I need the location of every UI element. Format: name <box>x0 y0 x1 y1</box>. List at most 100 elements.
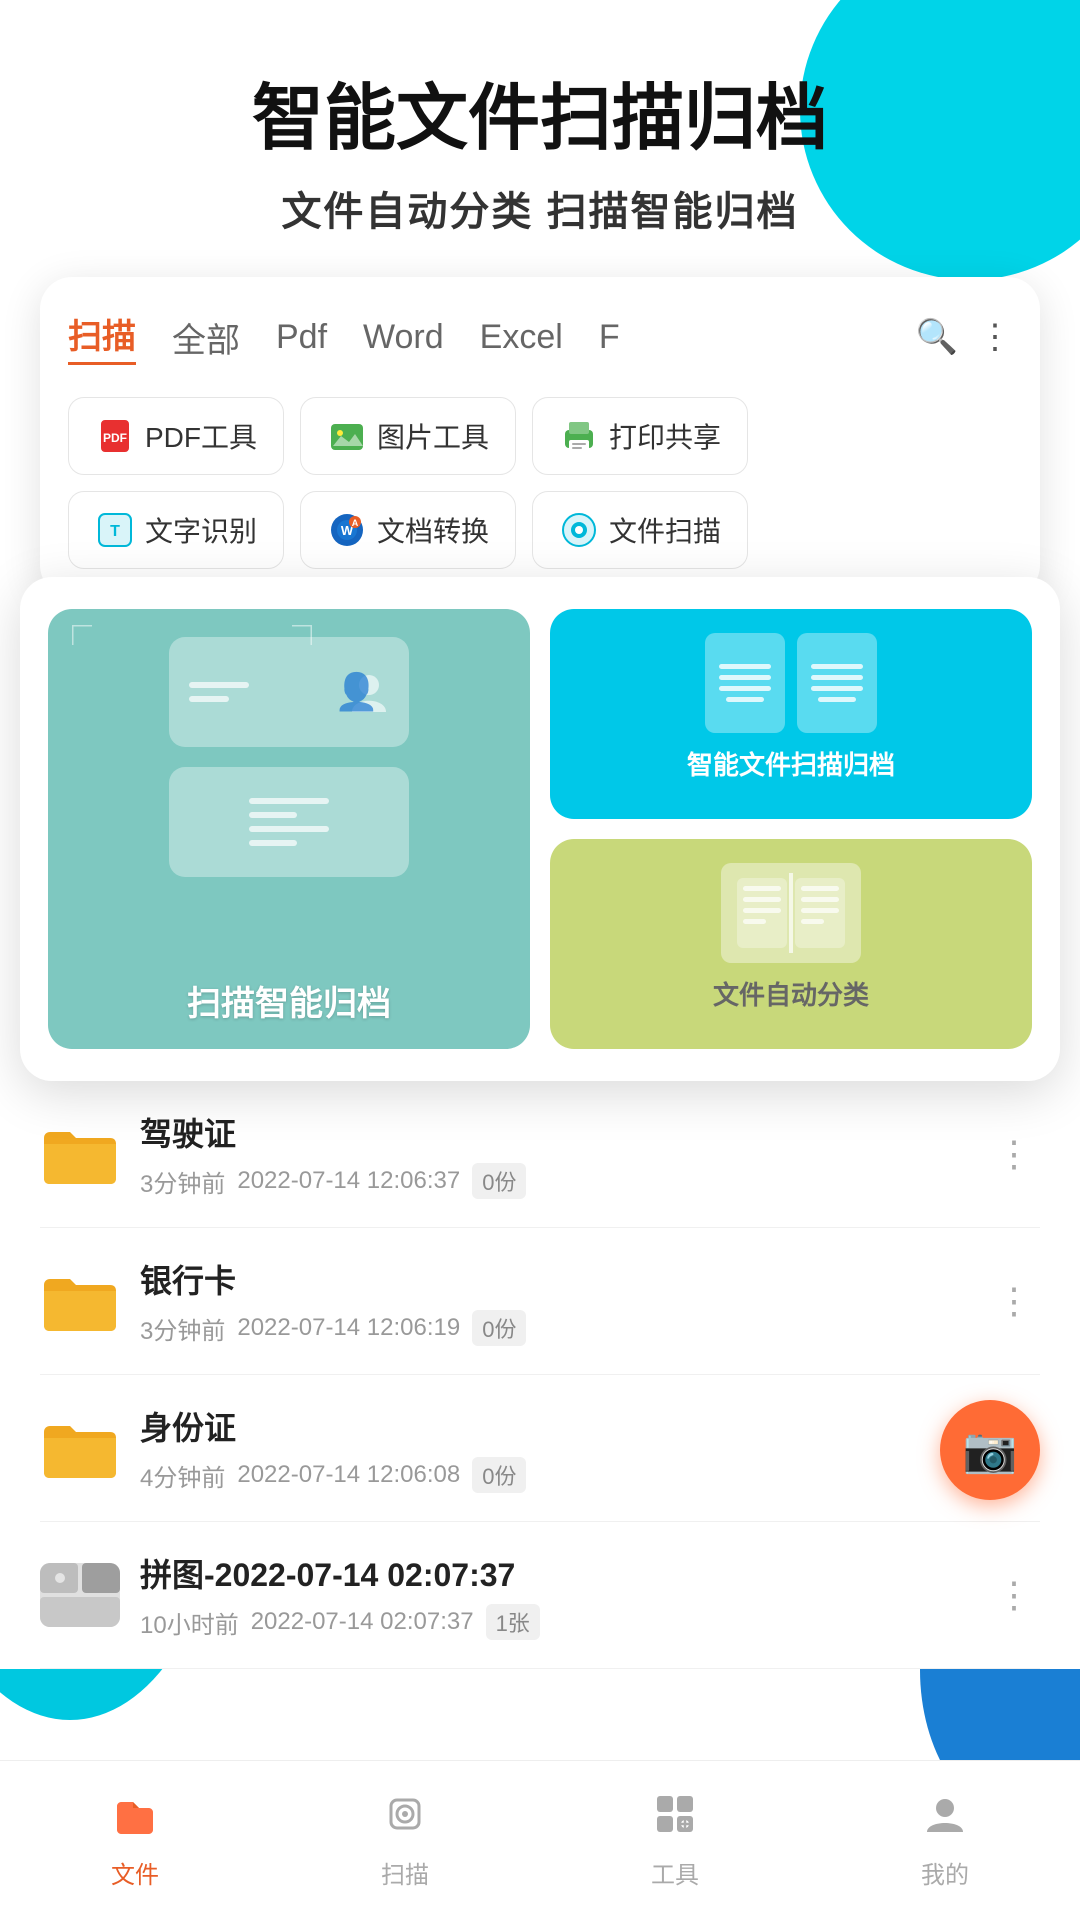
document-icon <box>169 767 409 877</box>
nav-tools-label: 工具 <box>651 1855 699 1890</box>
pdf-tool-button[interactable]: PDF PDF工具 <box>68 397 284 475</box>
book-icon <box>721 863 861 963</box>
scan-tool-button[interactable]: 文件扫描 <box>532 491 748 569</box>
file-info: 拼图-2022-07-14 02:07:37 10小时前 2022-07-14 … <box>140 1550 968 1640</box>
file-time: 3分钟前 <box>140 1311 225 1346</box>
print-tool-label: 打印共享 <box>609 416 721 456</box>
convert-tool-button[interactable]: W A 文档转换 <box>300 491 516 569</box>
book-page-right <box>795 878 845 948</box>
id-card-icon <box>169 637 409 747</box>
feature-left-icons <box>72 637 506 877</box>
print-tool-button[interactable]: 打印共享 <box>532 397 748 475</box>
tab-all[interactable]: 全部 <box>172 313 240 362</box>
file-meta: 3分钟前 2022-07-14 12:06:19 0份 <box>140 1310 968 1346</box>
file-name: 拼图-2022-07-14 02:07:37 <box>140 1550 968 1596</box>
hero-section: 智能文件扫描归档 文件自动分类 扫描智能归档 <box>0 0 1080 277</box>
scan-nav-icon <box>383 1792 427 1847</box>
file-date: 2022-07-14 12:06:37 <box>237 1167 460 1195</box>
file-meta: 4分钟前 2022-07-14 12:06:08 0份 <box>140 1457 968 1493</box>
ocr-tool-button[interactable]: T 文字识别 <box>68 491 284 569</box>
feature-right-top-label: 智能文件扫描归档 <box>687 745 895 782</box>
file-date: 2022-07-14 12:06:19 <box>237 1314 460 1342</box>
folder-icon <box>40 1122 120 1186</box>
file-item[interactable]: 身份证 4分钟前 2022-07-14 12:06:08 0份 ⋮ <box>40 1375 1040 1522</box>
image-tool-button[interactable]: 图片工具 <box>300 397 516 475</box>
file-badge: 1张 <box>486 1604 540 1640</box>
svg-text:PDF: PDF <box>103 431 127 445</box>
svg-text:A: A <box>352 518 359 528</box>
book-spine <box>789 873 793 953</box>
feature-classify-card[interactable]: 文件自动分类 <box>550 839 1032 1049</box>
file-badge: 0份 <box>472 1163 526 1199</box>
files-nav-icon <box>113 1792 157 1847</box>
feature-cards: 扫描智能归档 <box>20 577 1060 1081</box>
file-time: 10小时前 <box>140 1605 239 1640</box>
tool-row-2: T 文字识别 W A 文档转换 <box>68 491 1012 569</box>
folder-icon <box>40 1416 120 1480</box>
file-more-button[interactable]: ⋮ <box>988 1133 1040 1175</box>
file-item[interactable]: 银行卡 3分钟前 2022-07-14 12:06:19 0份 ⋮ <box>40 1228 1040 1375</box>
camera-icon: 📷 <box>963 1424 1018 1476</box>
feature-scan-card[interactable]: 扫描智能归档 <box>48 609 530 1049</box>
feature-grid: 扫描智能归档 <box>48 609 1032 1049</box>
file-more-button[interactable]: ⋮ <box>988 1280 1040 1322</box>
hero-title: 智能文件扫描归档 <box>60 80 1020 159</box>
svg-text:T: T <box>110 523 120 540</box>
file-badge: 0份 <box>472 1457 526 1493</box>
tab-excel[interactable]: Excel <box>480 318 563 357</box>
scan-tool-label: 文件扫描 <box>609 510 721 550</box>
file-name: 身份证 <box>140 1403 968 1449</box>
tab-actions: 🔍 ⋮ <box>916 317 1012 357</box>
image-icon <box>327 416 367 456</box>
file-name: 驾驶证 <box>140 1109 968 1155</box>
feature-left-label: 扫描智能归档 <box>187 976 391 1025</box>
tools-nav-icon <box>653 1792 697 1847</box>
file-item[interactable]: 驾驶证 3分钟前 2022-07-14 12:06:37 0份 ⋮ <box>40 1081 1040 1228</box>
convert-tool-label: 文档转换 <box>377 510 489 550</box>
mine-nav-icon <box>923 1792 967 1847</box>
file-info: 身份证 4分钟前 2022-07-14 12:06:08 0份 <box>140 1403 968 1493</box>
file-name: 银行卡 <box>140 1256 968 1302</box>
app-card: 扫描 全部 Pdf Word Excel F 🔍 ⋮ PDF PDF工具 <box>40 277 1040 597</box>
search-icon[interactable]: 🔍 <box>916 317 958 357</box>
tab-word[interactable]: Word <box>363 318 444 357</box>
file-item[interactable]: 拼图-2022-07-14 02:07:37 10小时前 2022-07-14 … <box>40 1522 1040 1669</box>
nav-scan[interactable]: 扫描 <box>270 1792 540 1890</box>
twin-docs-icon <box>705 633 877 733</box>
bottom-nav: 文件 扫描 工具 <box>0 1760 1080 1920</box>
feature-right-bottom-label: 文件自动分类 <box>713 975 869 1012</box>
nav-tools[interactable]: 工具 <box>540 1792 810 1890</box>
file-list: 驾驶证 3分钟前 2022-07-14 12:06:37 0份 ⋮ 银行卡 3分… <box>0 1081 1080 1669</box>
nav-files-label: 文件 <box>111 1855 159 1890</box>
file-meta: 3分钟前 2022-07-14 12:06:37 0份 <box>140 1163 968 1199</box>
file-date: 2022-07-14 12:06:08 <box>237 1461 460 1489</box>
nav-scan-label: 扫描 <box>381 1855 429 1890</box>
file-meta: 10小时前 2022-07-14 02:07:37 1张 <box>140 1604 968 1640</box>
print-icon <box>559 416 599 456</box>
tab-scan[interactable]: 扫描 <box>68 309 136 365</box>
nav-files[interactable]: 文件 <box>0 1792 270 1890</box>
feature-scan-archive-card[interactable]: 智能文件扫描归档 <box>550 609 1032 819</box>
tool-row-1: PDF PDF工具 图片工具 <box>68 397 1012 475</box>
file-date: 2022-07-14 02:07:37 <box>251 1608 474 1636</box>
more-options-icon[interactable]: ⋮ <box>978 317 1012 357</box>
twin-doc-left <box>705 633 785 733</box>
fab-camera-button[interactable]: 📷 <box>940 1400 1040 1500</box>
folder-icon <box>40 1269 120 1333</box>
feature-right: 智能文件扫描归档 <box>550 609 1032 1049</box>
file-info: 驾驶证 3分钟前 2022-07-14 12:06:37 0份 <box>140 1109 968 1199</box>
tab-pdf[interactable]: Pdf <box>276 318 327 357</box>
file-time: 4分钟前 <box>140 1458 225 1493</box>
tab-bar: 扫描 全部 Pdf Word Excel F 🔍 ⋮ <box>68 309 1012 369</box>
file-badge: 0份 <box>472 1310 526 1346</box>
file-more-button[interactable]: ⋮ <box>988 1574 1040 1616</box>
tab-more[interactable]: F <box>599 318 620 357</box>
file-time: 3分钟前 <box>140 1164 225 1199</box>
image-thumbnail <box>40 1563 120 1627</box>
convert-icon: W A <box>327 510 367 550</box>
hero-subtitle: 文件自动分类 扫描智能归档 <box>60 179 1020 237</box>
nav-mine[interactable]: 我的 <box>810 1792 1080 1890</box>
ocr-tool-label: 文字识别 <box>145 510 257 550</box>
pdf-tool-label: PDF工具 <box>145 416 257 456</box>
twin-doc-right <box>797 633 877 733</box>
